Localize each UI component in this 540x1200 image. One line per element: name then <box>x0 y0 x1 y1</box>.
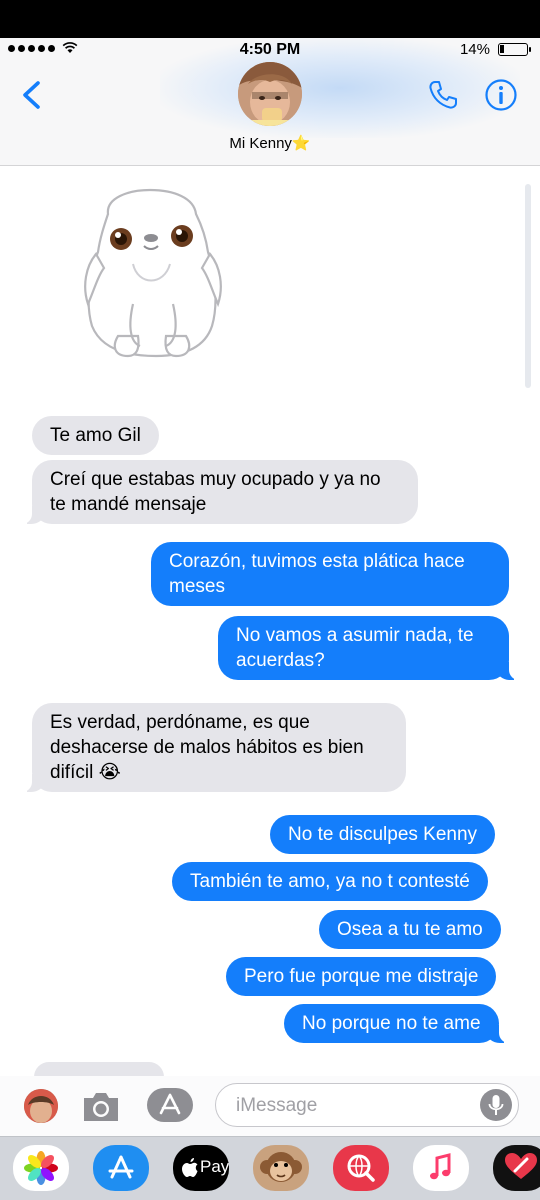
message-composer: iMessage <box>0 1076 540 1136</box>
message-bubble-outgoing[interactable]: No porque no te ame <box>284 1004 511 1043</box>
apple-pay-icon[interactable]: Pay <box>173 1145 229 1191</box>
message-bubble-incoming[interactable]: Te amo Gil <box>32 416 159 455</box>
imessage-app-drawer: Pay <box>0 1136 540 1200</box>
imessage-placeholder: iMessage <box>236 1095 318 1116</box>
photos-app-icon[interactable] <box>13 1145 69 1191</box>
message-bubble-outgoing[interactable]: También te amo, ya no t contesté <box>172 862 488 901</box>
imessage-input[interactable]: iMessage <box>215 1083 519 1127</box>
app-store-button[interactable] <box>147 1088 193 1122</box>
message-bubble-outgoing[interactable]: No te disculpes Kenny <box>270 815 496 854</box>
message-bubble-outgoing[interactable]: Corazón, tuvimos esta plática hace meses <box>151 542 509 606</box>
camera-icon[interactable] <box>80 1088 122 1124</box>
memoji-avatar-button[interactable] <box>24 1089 58 1123</box>
white-dog-sticker <box>84 188 222 358</box>
scroll-indicator[interactable] <box>525 184 531 388</box>
contact-avatar[interactable] <box>238 62 302 126</box>
top-black-bar <box>0 0 540 38</box>
music-icon[interactable] <box>413 1145 469 1191</box>
app-store-icon[interactable] <box>93 1145 149 1191</box>
contact-name[interactable]: Mi Kenny⭐ <box>0 134 540 152</box>
info-icon[interactable] <box>484 78 518 112</box>
conversation-header: 4:50 PM 14% Mi Kenny⭐ <box>0 38 540 166</box>
apple-pay-label: Pay <box>200 1157 229 1176</box>
back-chevron-icon[interactable] <box>18 80 44 110</box>
microphone-icon[interactable] <box>480 1089 512 1121</box>
web-search-icon[interactable] <box>333 1145 389 1191</box>
message-bubble-incoming[interactable]: Creí que estabas muy ocupado y ya no te … <box>20 460 418 524</box>
status-bar: 4:50 PM 14% <box>0 38 540 62</box>
message-bubble-outgoing[interactable]: No vamos a asumir nada, te acuerdas? <box>218 616 521 680</box>
digital-touch-icon[interactable] <box>493 1145 540 1191</box>
battery-icon <box>498 43 531 56</box>
battery-percentage: 14% <box>459 41 490 58</box>
animoji-monkey-icon[interactable] <box>253 1145 309 1191</box>
message-bubble-incoming[interactable]: Es verdad, perdóname, es que deshacerse … <box>20 703 406 792</box>
message-bubble-outgoing[interactable]: Osea a tu te amo <box>319 910 501 949</box>
phone-call-icon[interactable] <box>426 78 460 112</box>
message-bubble-outgoing[interactable]: Pero fue porque me distraje <box>226 957 497 996</box>
